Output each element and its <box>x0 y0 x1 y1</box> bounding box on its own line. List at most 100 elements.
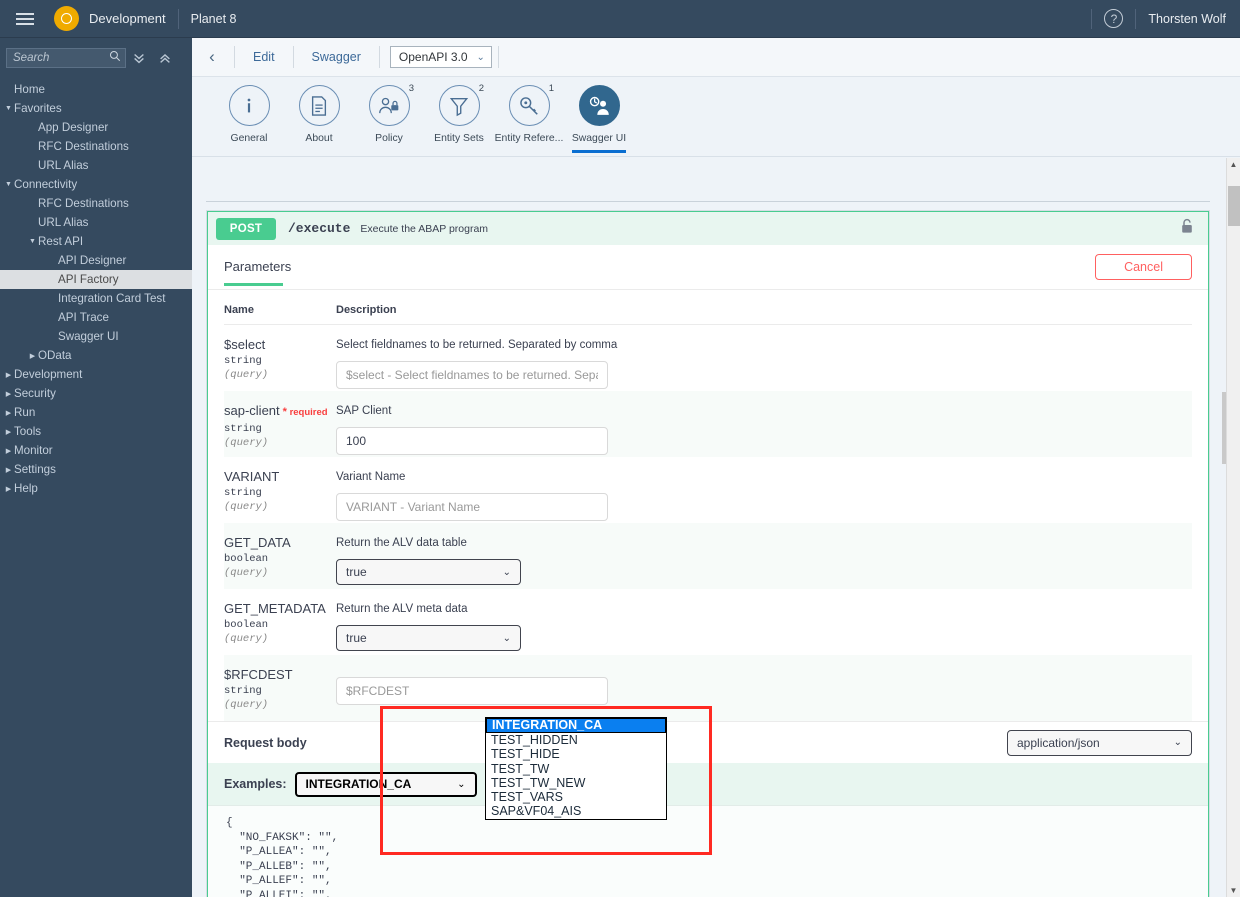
sidebar-item-label: Settings <box>14 463 56 476</box>
parameter-input[interactable] <box>336 677 608 705</box>
chevron-down-icon[interactable]: ▼ <box>3 105 14 112</box>
tab-policy[interactable]: 3Policy <box>354 85 424 144</box>
tab-entity-refere-[interactable]: 1Entity Refere... <box>494 85 564 144</box>
chevron-right-icon[interactable]: ▶ <box>3 409 14 417</box>
expand-all-icon[interactable] <box>126 46 152 70</box>
sidebar-item-url-alias[interactable]: URL Alias <box>0 213 192 232</box>
example-code-block: { "NO_FAKSK": "", "P_ALLEA": "", "P_ALLE… <box>208 805 1208 897</box>
dropdown-option[interactable]: TEST_HIDE <box>486 747 666 761</box>
examples-dropdown-list[interactable]: INTEGRATION_CATEST_HIDDENTEST_HIDETEST_T… <box>485 717 667 820</box>
sidebar-item-monitor[interactable]: ▶Monitor <box>0 441 192 460</box>
parameter-location: (query) <box>224 501 330 513</box>
parameter-row: GET_METADATAboolean(query)Return the ALV… <box>224 589 1192 655</box>
chevron-left-icon[interactable]: ‹ <box>196 41 228 73</box>
dropdown-option[interactable]: TEST_TW_NEW <box>486 776 666 790</box>
parameter-input[interactable] <box>336 361 608 389</box>
parameter-select-value: true <box>346 565 367 579</box>
dropdown-option[interactable]: INTEGRATION_CA <box>486 718 666 733</box>
search-input[interactable] <box>11 51 109 65</box>
triangle-up-icon[interactable]: ▲ <box>1227 158 1240 171</box>
sidebar-item-label: OData <box>38 349 72 362</box>
sidebar-item-rest-api[interactable]: ▼Rest API <box>0 232 192 251</box>
triangle-down-icon[interactable]: ▼ <box>1227 884 1240 897</box>
parameter-meta: $RFCDESTstring(query) <box>224 667 336 721</box>
toolbar-divider-3 <box>379 46 380 68</box>
parameter-meta: GET_DATAboolean(query) <box>224 535 336 589</box>
sidebar-item-label: API Trace <box>58 311 109 324</box>
sidebar: Home▼FavoritesApp DesignerRFC Destinatio… <box>0 38 192 897</box>
chevron-right-icon[interactable]: ▶ <box>3 390 14 398</box>
chevron-right-icon[interactable]: ▶ <box>3 466 14 474</box>
sidebar-item-odata[interactable]: ▶OData <box>0 346 192 365</box>
active-tab-underline <box>572 150 626 153</box>
parameter-meta: GET_METADATAboolean(query) <box>224 601 336 655</box>
sidebar-item-tools[interactable]: ▶Tools <box>0 422 192 441</box>
chevron-right-icon[interactable]: ▶ <box>3 485 14 493</box>
hamburger-icon[interactable] <box>6 0 44 38</box>
sidebar-item-api-designer[interactable]: API Designer <box>0 251 192 270</box>
chevron-right-icon[interactable]: ▶ <box>3 371 14 379</box>
examples-select[interactable]: INTEGRATION_CA ⌄ <box>295 772 477 797</box>
chevron-right-icon[interactable]: ▶ <box>27 352 38 360</box>
parameter-name: GET_METADATA <box>224 601 330 616</box>
parameter-input[interactable] <box>336 493 608 521</box>
unlocked-padlock-icon[interactable] <box>1180 218 1194 240</box>
operation-header[interactable]: POST /execute Execute the ABAP program <box>208 212 1208 245</box>
sidebar-item-help[interactable]: ▶Help <box>0 479 192 498</box>
collapse-all-icon[interactable] <box>152 46 178 70</box>
tab-general[interactable]: General <box>214 85 284 144</box>
sidebar-item-swagger-ui[interactable]: Swagger UI <box>0 327 192 346</box>
dropdown-option[interactable]: SAP&VF04_AIS <box>486 804 666 818</box>
parameters-table-header: Name Description <box>224 290 1192 325</box>
cancel-button[interactable]: Cancel <box>1095 254 1192 280</box>
dropdown-option[interactable]: TEST_VARS <box>486 790 666 804</box>
chevron-down-icon[interactable]: ▼ <box>27 238 38 245</box>
tab-swagger-ui[interactable]: Swagger UI <box>564 85 634 144</box>
sidebar-item-settings[interactable]: ▶Settings <box>0 460 192 479</box>
search-box[interactable] <box>6 48 126 68</box>
tab-entity-sets[interactable]: 2Entity Sets <box>424 85 494 144</box>
sidebar-item-api-trace[interactable]: API Trace <box>0 308 192 327</box>
page-scrollbar-thumb[interactable] <box>1228 186 1240 226</box>
parameter-description: Variant Name <box>336 471 608 483</box>
sidebar-item-integration-card-test[interactable]: Integration Card Test <box>0 289 192 308</box>
chevron-down-icon[interactable]: ▼ <box>3 181 14 188</box>
sidebar-item-url-alias[interactable]: URL Alias <box>0 156 192 175</box>
help-icon[interactable]: ? <box>1104 9 1123 28</box>
openapi-version-select[interactable]: OpenAPI 3.0 ⌄ <box>390 46 492 68</box>
user-name[interactable]: Thorsten Wolf <box>1148 12 1226 26</box>
parameter-select[interactable]: true⌄ <box>336 625 521 651</box>
chevron-down-icon: ⌄ <box>503 633 511 644</box>
sidebar-item-connectivity[interactable]: ▼Connectivity <box>0 175 192 194</box>
sidebar-item-app-designer[interactable]: App Designer <box>0 118 192 137</box>
sidebar-item-label: Security <box>14 387 56 400</box>
sidebar-item-run[interactable]: ▶Run <box>0 403 192 422</box>
sidebar-item-home[interactable]: Home <box>0 80 192 99</box>
tab-parameters[interactable]: Parameters <box>224 247 291 288</box>
page-scrollbar[interactable]: ▲ ▼ <box>1226 158 1240 897</box>
chevron-right-icon[interactable]: ▶ <box>3 447 14 455</box>
dropdown-option[interactable]: TEST_HIDDEN <box>486 733 666 747</box>
chevron-right-icon[interactable]: ▶ <box>3 428 14 436</box>
edit-button[interactable]: Edit <box>241 50 287 64</box>
parameter-location: (query) <box>224 437 330 449</box>
sidebar-item-security[interactable]: ▶Security <box>0 384 192 403</box>
sidebar-item-rfc-destinations[interactable]: RFC Destinations <box>0 194 192 213</box>
sidebar-item-label: Development <box>14 368 82 381</box>
swagger-button[interactable]: Swagger <box>300 50 373 64</box>
parameter-description-cell: Return the ALV data tabletrue⌄ <box>336 535 521 589</box>
sidebar-item-favorites[interactable]: ▼Favorites <box>0 99 192 118</box>
dropdown-option[interactable]: TEST_TW <box>486 762 666 776</box>
tab-about[interactable]: About <box>284 85 354 144</box>
parameter-description-cell: Return the ALV meta datatrue⌄ <box>336 601 521 655</box>
sidebar-item-label: Rest API <box>38 235 83 248</box>
parameter-select[interactable]: true⌄ <box>336 559 521 585</box>
operation-block: POST /execute Execute the ABAP program P… <box>207 211 1209 897</box>
content-type-select[interactable]: application/json ⌄ <box>1007 730 1192 756</box>
search-icon[interactable] <box>109 49 121 67</box>
sidebar-item-rfc-destinations[interactable]: RFC Destinations <box>0 137 192 156</box>
sidebar-item-development[interactable]: ▶Development <box>0 365 192 384</box>
sidebar-item-api-factory[interactable]: API Factory <box>0 270 192 289</box>
parameter-description-cell: Select fieldnames to be returned. Separa… <box>336 337 617 391</box>
parameter-input[interactable] <box>336 427 608 455</box>
